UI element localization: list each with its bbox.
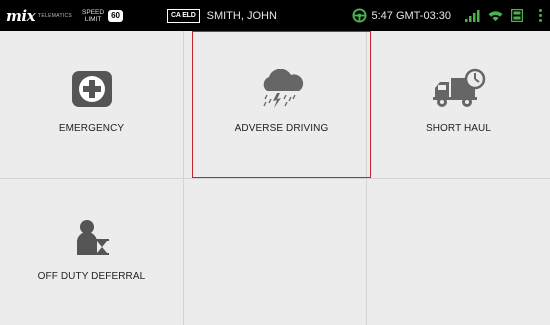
person-hourglass-icon (70, 217, 114, 257)
speed-limit-label: SPEED LIMIT (82, 9, 104, 23)
tile-label: ADVERSE DRIVING (234, 123, 329, 134)
steering-wheel-icon[interactable] (351, 8, 367, 23)
status-bar: mix TELEMATICS SPEED LIMIT 60 CA ELD SMI… (0, 0, 550, 31)
wifi-icon (488, 10, 503, 22)
tile-off-duty-deferral[interactable]: OFF DUTY DEFERRAL (0, 179, 183, 325)
tile-emergency[interactable]: EMERGENCY (0, 31, 183, 178)
tile-adverse-driving[interactable]: ADVERSE DRIVING (192, 31, 371, 178)
tile-short-haul[interactable]: SHORT HAUL (367, 31, 550, 178)
tile-label: SHORT HAUL (425, 123, 492, 134)
speed-label-line2: LIMIT (84, 15, 102, 23)
signal-icon (465, 9, 480, 22)
mix-logo: mix TELEMATICS (6, 7, 72, 25)
speed-limit-value: 60 (108, 9, 123, 22)
empty-tile (367, 179, 550, 325)
driver-name[interactable]: SMITH, JOHN (207, 10, 277, 22)
menu-icon[interactable] (539, 9, 542, 22)
storage-icon (511, 9, 523, 22)
first-aid-icon (70, 69, 114, 109)
tile-label: OFF DUTY DEFERRAL (37, 271, 146, 282)
logo-text: mix (6, 6, 36, 25)
storm-cloud-icon (255, 69, 309, 109)
logo-subtitle: TELEMATICS (38, 12, 73, 19)
truck-clock-icon (431, 68, 487, 109)
eld-badge: CA ELD (167, 8, 200, 23)
empty-tile (184, 179, 366, 325)
clock-time: 5:47 GMT-03:30 (371, 9, 452, 22)
tile-label: EMERGENCY (58, 123, 125, 134)
speed-label-line1: SPEED (82, 8, 105, 16)
